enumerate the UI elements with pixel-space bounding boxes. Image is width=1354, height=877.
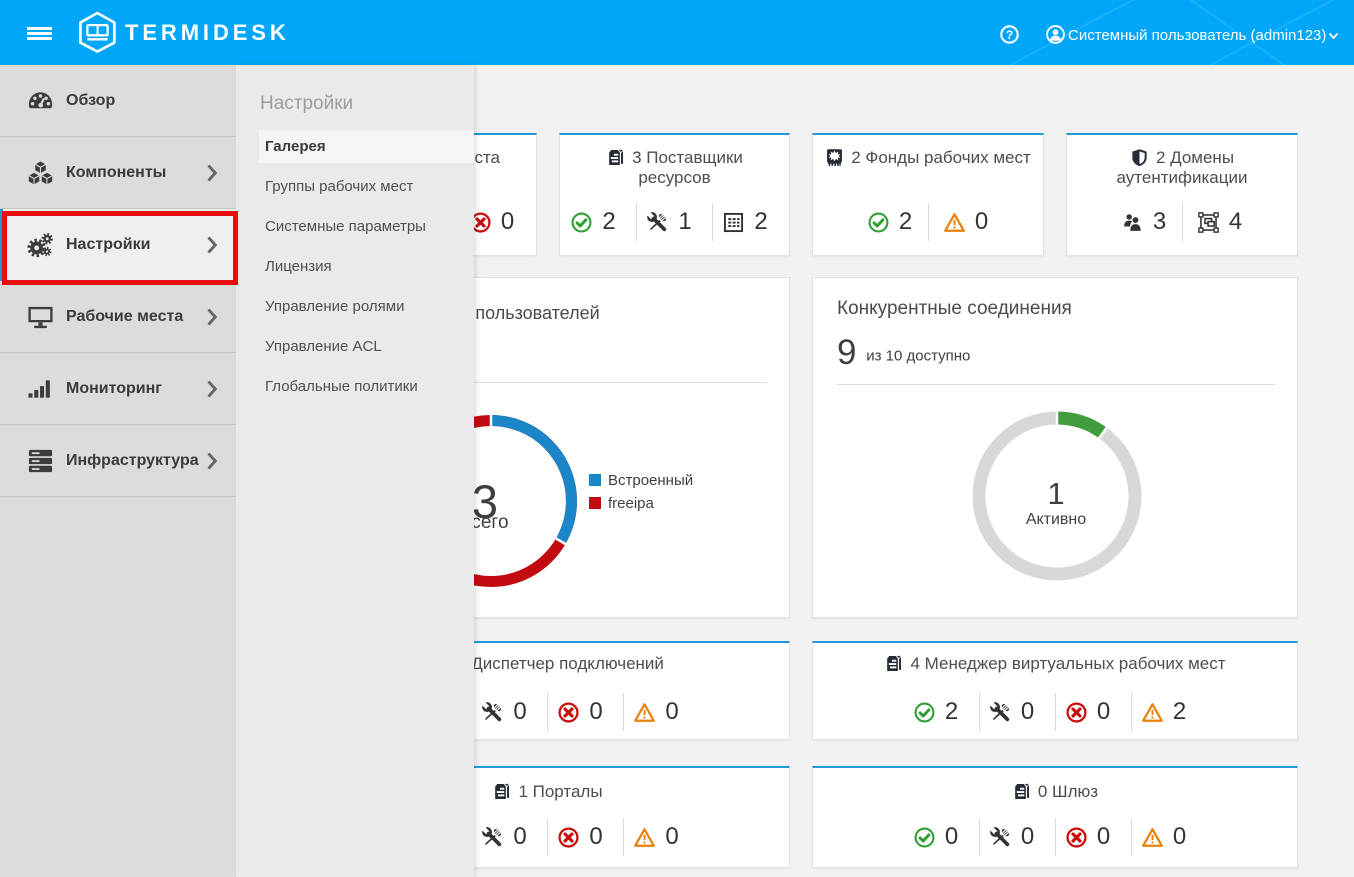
svg-text:?: ?: [1006, 28, 1013, 42]
